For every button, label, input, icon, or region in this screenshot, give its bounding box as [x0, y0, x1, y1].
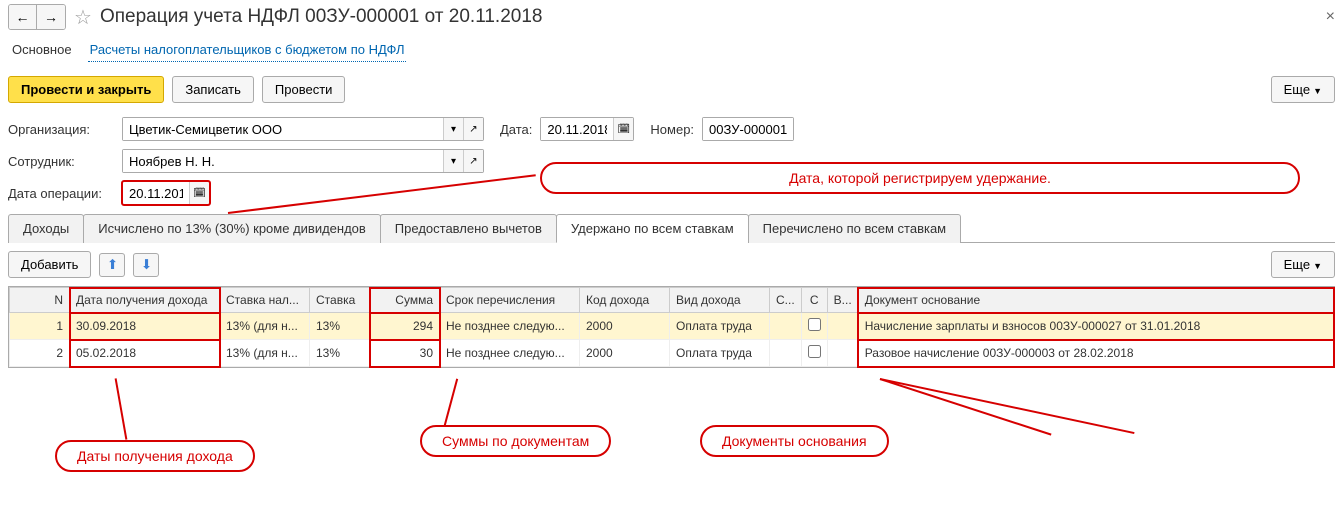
chevron-down-icon: ▼ — [1313, 86, 1322, 96]
nav-buttons: ← → — [8, 4, 66, 30]
col-n[interactable]: N — [10, 288, 70, 313]
back-button[interactable]: ← — [9, 5, 37, 29]
number-field[interactable] — [702, 117, 794, 141]
col-income-code[interactable]: Код дохода — [580, 288, 670, 313]
employee-field[interactable]: ▾ ↗ — [122, 149, 484, 173]
annotation-line — [444, 379, 458, 426]
org-field[interactable]: ▾ ↗ — [122, 117, 484, 141]
cell-n: 1 — [10, 313, 70, 340]
annotation-income-dates: Даты получения дохода — [55, 440, 255, 472]
cell-tax-rate: 13% (для н... — [220, 313, 310, 340]
cell-c — [770, 340, 802, 367]
cell-base-doc: Начисление зарплаты и взносов 00ЗУ-00002… — [858, 313, 1333, 340]
cell-checkbox — [801, 313, 827, 340]
more-button[interactable]: Еще▼ — [1271, 76, 1335, 103]
op-date-label: Дата операции: — [8, 186, 114, 201]
add-button[interactable]: Добавить — [8, 251, 91, 278]
date-field[interactable]: 🗓 — [540, 117, 634, 141]
post-button[interactable]: Провести — [262, 76, 346, 103]
number-input[interactable] — [703, 118, 793, 140]
top-tab-link[interactable]: Расчеты налогоплательщиков с бюджетом по… — [88, 38, 407, 62]
org-input[interactable] — [123, 118, 443, 140]
close-icon[interactable]: × — [1326, 8, 1335, 26]
date-input[interactable] — [541, 118, 613, 140]
forward-button[interactable]: → — [37, 5, 65, 29]
cell-income-code: 2000 — [580, 340, 670, 367]
calendar-icon[interactable]: 🗓 — [189, 182, 209, 204]
cell-transfer-term: Не позднее следую... — [440, 313, 580, 340]
tab-income[interactable]: Доходы — [8, 214, 84, 243]
top-tab-main[interactable]: Основное — [10, 38, 74, 62]
employee-label: Сотрудник: — [8, 154, 114, 169]
chevron-down-icon: ▼ — [1313, 261, 1322, 271]
annotation-line — [880, 378, 1052, 436]
post-and-close-button[interactable]: Провести и закрыть — [8, 76, 164, 103]
col-c[interactable]: С... — [770, 288, 802, 313]
row-checkbox[interactable] — [808, 345, 821, 358]
tab-transferred[interactable]: Перечислено по всем ставкам — [748, 214, 961, 243]
cell-rate: 13% — [310, 340, 370, 367]
cell-sum: 30 — [370, 340, 440, 367]
tab-withheld[interactable]: Удержано по всем ставкам — [556, 214, 749, 243]
col-chk[interactable]: С — [801, 288, 827, 313]
cell-c — [770, 313, 802, 340]
cell-income-date: 05.02.2018 — [70, 340, 220, 367]
col-sum[interactable]: Сумма — [370, 288, 440, 313]
op-date-input[interactable] — [123, 182, 189, 204]
save-button[interactable]: Записать — [172, 76, 254, 103]
annotation-date: Дата, которой регистрируем удержание. — [540, 162, 1300, 194]
table-row[interactable]: 1 30.09.2018 13% (для н... 13% 294 Не по… — [10, 313, 1334, 340]
annotation-line — [115, 378, 128, 439]
date-label: Дата: — [500, 122, 532, 137]
annotation-sums: Суммы по документам — [420, 425, 611, 457]
cell-checkbox — [801, 340, 827, 367]
cell-income-type: Оплата труда — [670, 313, 770, 340]
col-vy[interactable]: В... — [827, 288, 858, 313]
col-rate[interactable]: Ставка — [310, 288, 370, 313]
cell-tax-rate: 13% (для н... — [220, 340, 310, 367]
cell-rate: 13% — [310, 313, 370, 340]
calendar-icon[interactable]: 🗓 — [613, 118, 633, 140]
employee-input[interactable] — [123, 150, 443, 172]
col-tax-rate[interactable]: Ставка нал... — [220, 288, 310, 313]
dropdown-icon[interactable]: ▾ — [443, 118, 463, 140]
table-row[interactable]: 2 05.02.2018 13% (для н... 13% 30 Не поз… — [10, 340, 1334, 367]
op-date-field[interactable]: 🗓 — [122, 181, 210, 205]
page-title: Операция учета НДФЛ 00ЗУ-000001 от 20.11… — [100, 6, 543, 28]
annotation-base-docs: Документы основания — [700, 425, 889, 457]
cell-n: 2 — [10, 340, 70, 367]
cell-income-code: 2000 — [580, 313, 670, 340]
col-income-date[interactable]: Дата получения дохода — [70, 288, 220, 313]
open-icon[interactable]: ↗ — [463, 118, 483, 140]
cell-base-doc: Разовое начисление 00ЗУ-000003 от 28.02.… — [858, 340, 1333, 367]
move-up-button[interactable]: ⬆ — [99, 253, 125, 277]
col-base-doc[interactable]: Документ основание — [858, 288, 1333, 313]
cell-vy — [827, 313, 858, 340]
tab-calculated[interactable]: Исчислено по 13% (30%) кроме дивидендов — [83, 214, 381, 243]
col-transfer-term[interactable]: Срок перечисления — [440, 288, 580, 313]
table: N Дата получения дохода Ставка нал... Ст… — [8, 286, 1335, 368]
cell-income-date: 30.09.2018 — [70, 313, 220, 340]
cell-transfer-term: Не позднее следую... — [440, 340, 580, 367]
org-label: Организация: — [8, 122, 114, 137]
move-down-button[interactable]: ⬇ — [133, 253, 159, 277]
dropdown-icon[interactable]: ▾ — [443, 150, 463, 172]
row-checkbox[interactable] — [808, 318, 821, 331]
open-icon[interactable]: ↗ — [463, 150, 483, 172]
annotation-line — [880, 378, 1135, 434]
cell-vy — [827, 340, 858, 367]
tab-deductions[interactable]: Предоставлено вычетов — [380, 214, 557, 243]
table-header-row: N Дата получения дохода Ставка нал... Ст… — [10, 288, 1334, 313]
star-icon[interactable]: ☆ — [74, 5, 92, 30]
cell-income-type: Оплата труда — [670, 340, 770, 367]
col-income-type[interactable]: Вид дохода — [670, 288, 770, 313]
cell-sum: 294 — [370, 313, 440, 340]
table-more-button[interactable]: Еще▼ — [1271, 251, 1335, 278]
number-label: Номер: — [650, 122, 694, 137]
